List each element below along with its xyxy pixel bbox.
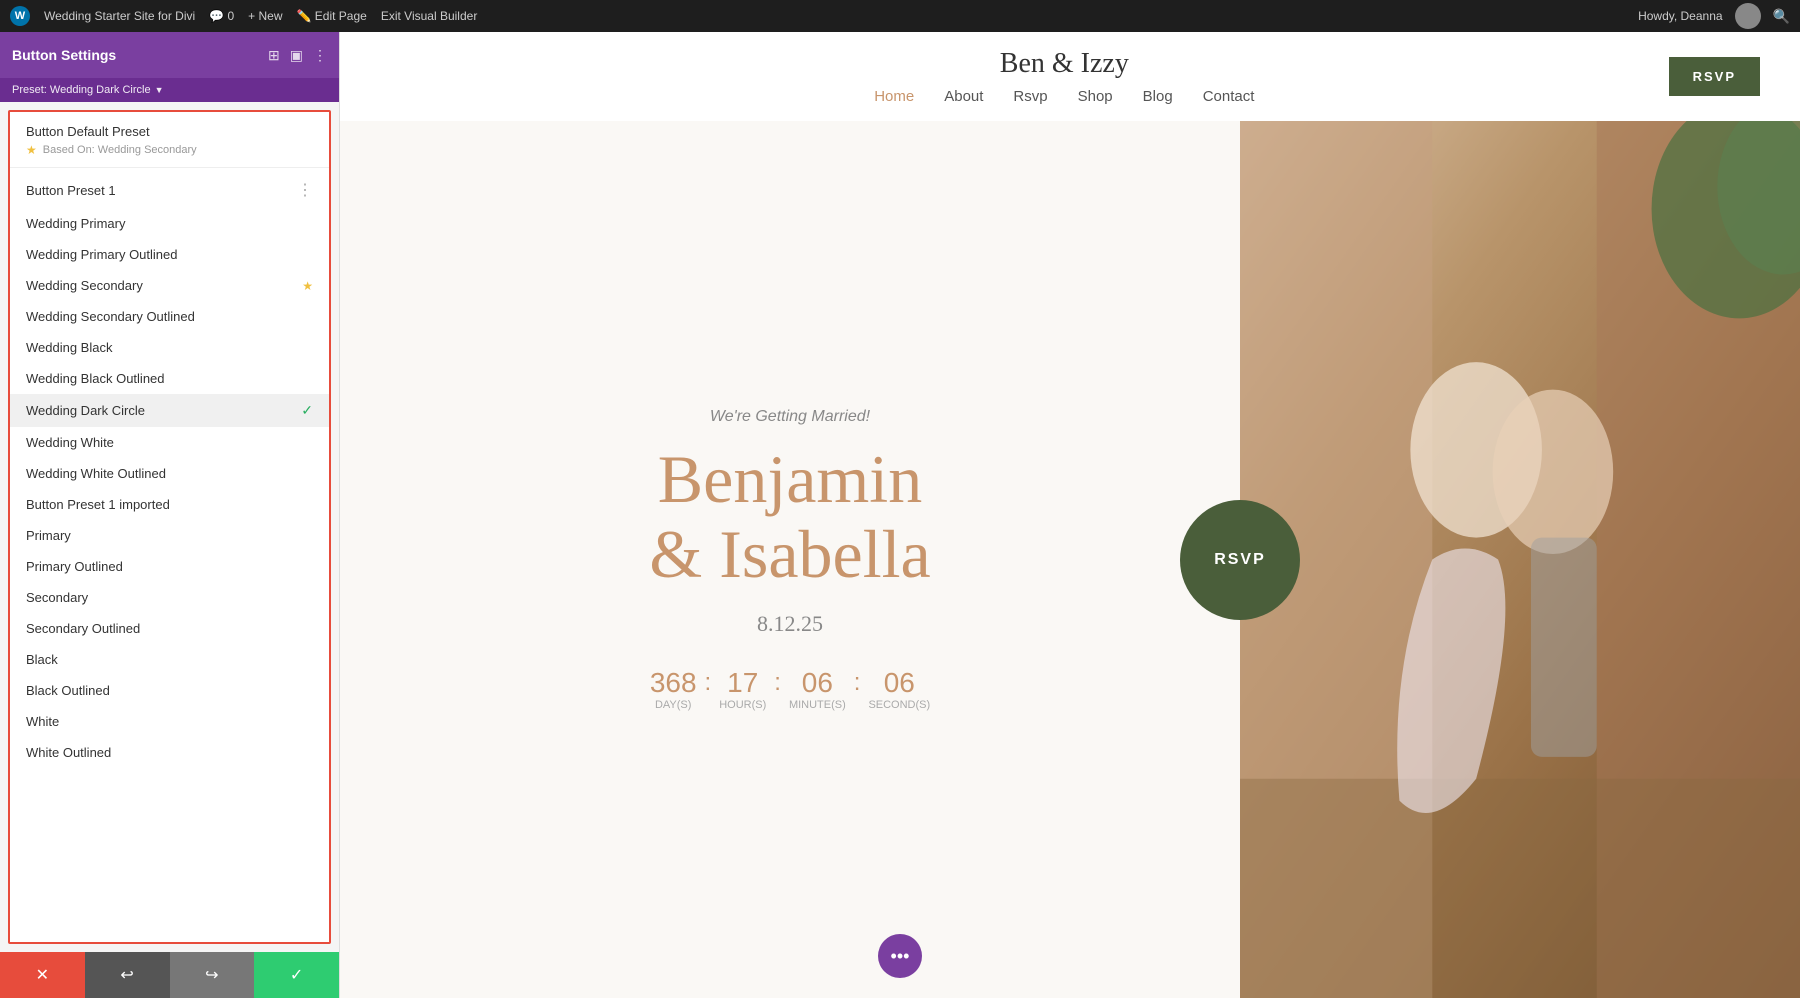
preset-caret-icon: ▼ bbox=[155, 85, 164, 95]
exit-visual-builder[interactable]: Exit Visual Builder bbox=[381, 9, 478, 23]
countdown-sep-1: : bbox=[705, 669, 712, 697]
nav-blog[interactable]: Blog bbox=[1143, 88, 1173, 105]
countdown-days: 368 Day(s) bbox=[650, 667, 697, 711]
preset-item-wedding-white[interactable]: Wedding White bbox=[10, 427, 329, 458]
page-preview: Ben & Izzy Home About Rsvp Shop Blog Con… bbox=[340, 32, 1800, 998]
couple-photo bbox=[1240, 121, 1800, 998]
hero-section: We're Getting Married! Benjamin & Isabel… bbox=[340, 121, 1800, 998]
wedding-site: Ben & Izzy Home About Rsvp Shop Blog Con… bbox=[340, 32, 1800, 998]
getting-married-text: We're Getting Married! bbox=[710, 408, 870, 426]
howdy-text: Howdy, Deanna bbox=[1638, 9, 1723, 23]
preset-dots-icon[interactable]: ⋮ bbox=[297, 180, 313, 200]
preset-item-wedding-secondary[interactable]: Wedding Secondary ★ bbox=[10, 270, 329, 301]
preset-item-primary[interactable]: Primary bbox=[10, 520, 329, 551]
preset-list-container: Button Default Preset ★ Based On: Weddin… bbox=[8, 110, 331, 944]
countdown-sep-2: : bbox=[774, 669, 781, 697]
preset-item-black[interactable]: Black bbox=[10, 644, 329, 675]
admin-bar-right: Howdy, Deanna 🔍 bbox=[1638, 3, 1790, 29]
more-icon[interactable]: ⋮ bbox=[313, 47, 327, 64]
preset-item-wedding-secondary-outlined[interactable]: Wedding Secondary Outlined bbox=[10, 301, 329, 332]
preset-item-wedding-black[interactable]: Wedding Black bbox=[10, 332, 329, 363]
panel-title: Button Settings bbox=[12, 47, 116, 63]
preset-bar[interactable]: Preset: Wedding Dark Circle ▼ bbox=[0, 78, 339, 102]
preset-item-wedding-primary-outlined[interactable]: Wedding Primary Outlined bbox=[10, 239, 329, 270]
hero-left: We're Getting Married! Benjamin & Isabel… bbox=[340, 121, 1240, 998]
default-preset-label: Button Default Preset bbox=[26, 124, 313, 139]
nav-shop[interactable]: Shop bbox=[1078, 88, 1113, 105]
countdown-minutes: 06 Minute(s) bbox=[789, 667, 846, 711]
responsive-icon[interactable]: ⊞ bbox=[268, 47, 280, 64]
star-icon: ★ bbox=[26, 143, 37, 157]
rsvp-circle-button[interactable]: RSVP bbox=[1180, 500, 1300, 620]
layout-icon[interactable]: ▣ bbox=[290, 47, 303, 64]
new-button[interactable]: + New bbox=[248, 9, 282, 23]
admin-bar: W Wedding Starter Site for Divi 💬 0 + Ne… bbox=[0, 0, 1800, 32]
main-content: Button Settings ⊞ ▣ ⋮ Preset: Wedding Da… bbox=[0, 32, 1800, 998]
redo-button[interactable]: ↪ bbox=[170, 952, 255, 998]
preset-item-wedding-white-outlined[interactable]: Wedding White Outlined bbox=[10, 458, 329, 489]
wedding-date: 8.12.25 bbox=[757, 611, 823, 637]
edit-page-button[interactable]: ✏️ Edit Page bbox=[297, 9, 367, 23]
wordpress-logo[interactable]: W bbox=[10, 6, 30, 26]
preset-list: Button Preset 1 ⋮ Wedding Primary Weddin… bbox=[10, 168, 329, 772]
preset-label: Preset: Wedding Dark Circle bbox=[12, 84, 151, 96]
undo-button[interactable]: ↩ bbox=[85, 952, 170, 998]
countdown-seconds: 06 Second(s) bbox=[868, 667, 930, 711]
nav-rsvp[interactable]: Rsvp bbox=[1013, 88, 1047, 105]
save-button[interactable]: ✓ bbox=[254, 952, 339, 998]
site-nav: Home About Rsvp Shop Blog Contact bbox=[460, 88, 1669, 105]
preset-item-button-preset-1-imported[interactable]: Button Preset 1 imported bbox=[10, 489, 329, 520]
nav-contact[interactable]: Contact bbox=[1203, 88, 1255, 105]
countdown-sep-3: : bbox=[854, 669, 861, 697]
panel-header-icons: ⊞ ▣ ⋮ bbox=[268, 47, 327, 64]
preset-item-wedding-primary[interactable]: Wedding Primary bbox=[10, 208, 329, 239]
panel-header: Button Settings ⊞ ▣ ⋮ bbox=[0, 32, 339, 78]
based-on-row: ★ Based On: Wedding Secondary bbox=[26, 143, 313, 157]
preset-item-secondary[interactable]: Secondary bbox=[10, 582, 329, 613]
site-header: Ben & Izzy Home About Rsvp Shop Blog Con… bbox=[340, 32, 1800, 121]
site-name[interactable]: Wedding Starter Site for Divi bbox=[44, 9, 195, 23]
admin-bar-left: W Wedding Starter Site for Divi 💬 0 + Ne… bbox=[10, 6, 1622, 26]
countdown: 368 Day(s) : 17 Hour(s) : 06 Minute(s) bbox=[650, 667, 930, 711]
comment-count[interactable]: 💬 0 bbox=[209, 9, 234, 23]
preset-item-wedding-dark-circle[interactable]: Wedding Dark Circle ✓ bbox=[10, 394, 329, 427]
preset-item-white-outlined[interactable]: White Outlined bbox=[10, 737, 329, 768]
site-logo: Ben & Izzy bbox=[460, 48, 1669, 80]
floating-dots-button[interactable]: ••• bbox=[878, 934, 922, 978]
hero-image bbox=[1240, 121, 1800, 998]
nav-about[interactable]: About bbox=[944, 88, 983, 105]
preset-item-secondary-outlined[interactable]: Secondary Outlined bbox=[10, 613, 329, 644]
user-avatar[interactable] bbox=[1735, 3, 1761, 29]
preset-item-wedding-black-outlined[interactable]: Wedding Black Outlined bbox=[10, 363, 329, 394]
countdown-hours: 17 Hour(s) bbox=[719, 667, 766, 711]
based-on-text: Based On: Wedding Secondary bbox=[43, 144, 197, 156]
preset-item-primary-outlined[interactable]: Primary Outlined bbox=[10, 551, 329, 582]
bottom-bar: ✕ ↩ ↪ ✓ bbox=[0, 952, 339, 998]
rsvp-header-button[interactable]: RSVP bbox=[1669, 57, 1760, 96]
nav-home[interactable]: Home bbox=[874, 88, 914, 105]
close-button[interactable]: ✕ bbox=[0, 952, 85, 998]
search-icon[interactable]: 🔍 bbox=[1773, 8, 1790, 25]
preset-item-white[interactable]: White bbox=[10, 706, 329, 737]
button-settings-panel: Button Settings ⊞ ▣ ⋮ Preset: Wedding Da… bbox=[0, 32, 340, 998]
preset-item-button-preset-1[interactable]: Button Preset 1 ⋮ bbox=[10, 172, 329, 208]
default-preset-section: Button Default Preset ★ Based On: Weddin… bbox=[10, 112, 329, 168]
check-icon: ✓ bbox=[301, 402, 313, 419]
preset-item-black-outlined[interactable]: Black Outlined bbox=[10, 675, 329, 706]
couple-name: Benjamin & Isabella bbox=[649, 442, 930, 592]
starred-icon: ★ bbox=[302, 279, 313, 293]
